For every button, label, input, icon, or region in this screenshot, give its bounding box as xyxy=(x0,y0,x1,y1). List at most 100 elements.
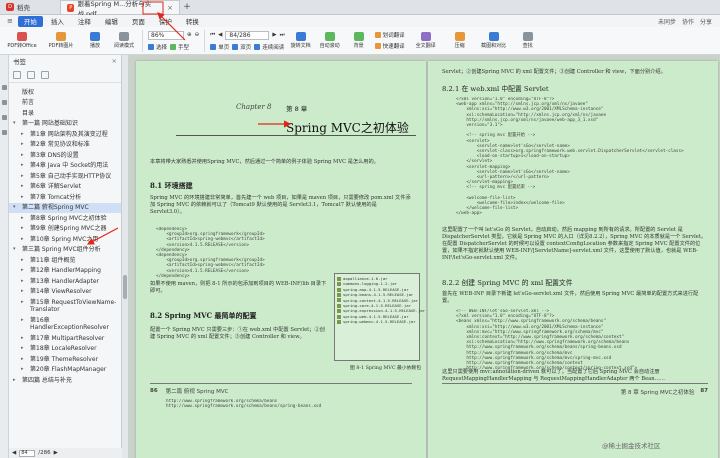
expand-toggle-icon[interactable]: ▸ xyxy=(21,278,27,286)
bookmark-item[interactable]: ▸ 第19章 ThemeResolver xyxy=(9,354,121,365)
expand-toggle-icon[interactable]: ▸ xyxy=(21,225,27,233)
prev-page-icon[interactable]: ◀ xyxy=(12,450,16,456)
expand-toggle-icon[interactable]: ▸ xyxy=(21,288,27,296)
bookmark-item[interactable]: ▸ 第4章 Java 中 Socket的用法 xyxy=(9,161,121,172)
find-button[interactable]: 查找 xyxy=(515,28,541,54)
hand-tool[interactable]: 手型 xyxy=(170,43,189,51)
quick-translate-button[interactable]: 快速翻译 xyxy=(374,42,405,50)
zoom-out-icon[interactable]: ⊖ xyxy=(195,32,200,38)
bookmark-item[interactable]: ▸ 第3章 DNS的设置 xyxy=(9,150,121,161)
new-tab-button[interactable]: + xyxy=(180,0,194,14)
share-button[interactable]: 分享 xyxy=(700,17,712,26)
bookmark-item[interactable]: 版权 xyxy=(9,87,121,98)
expand-toggle-icon[interactable]: ▸ xyxy=(21,317,27,325)
bookmark-item[interactable]: ▸ 第四篇 总结与补充 xyxy=(9,375,121,386)
expand-toggle-icon[interactable]: ▸ xyxy=(21,141,27,149)
menu-page[interactable]: 页面 xyxy=(126,16,151,27)
bookmark-icon[interactable] xyxy=(1,85,7,90)
expand-toggle-icon[interactable]: ▸ xyxy=(21,366,27,374)
bookmark-item[interactable]: ▸ 第18章 LocaleResolver xyxy=(9,344,121,355)
compress-button[interactable]: 压缩 xyxy=(447,28,473,54)
bookmark-item[interactable]: ▸ 第16章 HandlerExceptionResolver xyxy=(9,315,121,333)
menu-insert[interactable]: 插入 xyxy=(45,16,70,27)
expand-toggle-icon[interactable]: ▸ xyxy=(21,173,27,181)
auto-scroll-button[interactable]: 自动滚动 xyxy=(317,28,343,54)
expand-toggle-icon[interactable]: ▸ xyxy=(21,131,27,139)
add-bookmark-icon[interactable] xyxy=(41,70,49,79)
tab-pdf-document[interactable]: P 跟着Spring M...分析与实战.pdf × xyxy=(60,0,180,18)
sync-status[interactable]: 未同步 xyxy=(658,17,676,26)
collab-button[interactable]: 协作 xyxy=(682,17,694,26)
double-page-button[interactable]: 双页 xyxy=(232,43,251,51)
expand-toggle-icon[interactable]: ▸ xyxy=(21,257,27,265)
menu-convert[interactable]: 转换 xyxy=(180,16,205,27)
screenshot-compare-button[interactable]: 截图和对比 xyxy=(476,28,512,54)
tab-home[interactable]: D 稻壳 xyxy=(0,0,60,14)
zoom-select[interactable]: 86% xyxy=(148,30,184,40)
bookmark-item[interactable]: ▸ 第14章 ViewResolver xyxy=(9,287,121,298)
bookmark-item[interactable]: ▸ 第15章 RequestToViewName-Translator xyxy=(9,297,121,315)
select-tool[interactable]: 选择 xyxy=(148,43,167,51)
bookmark-item[interactable]: ▸ 第7章 Tomcat分析 xyxy=(9,192,121,203)
expand-toggle-icon[interactable]: ▾ xyxy=(13,246,19,254)
expand-all-icon[interactable] xyxy=(13,70,21,79)
bookmark-item[interactable]: ▸ 第20章 FlashMapManager xyxy=(9,365,121,376)
expand-toggle-icon[interactable]: ▾ xyxy=(13,204,19,212)
bookmark-item[interactable]: ▸ 第10章 Spring MVC之用 xyxy=(9,234,121,245)
expand-toggle-icon[interactable]: ▸ xyxy=(21,162,27,170)
menu-annotate[interactable]: 注释 xyxy=(72,16,97,27)
bookmark-item[interactable]: ▸ 第2章 常见协议和标准 xyxy=(9,140,121,151)
expand-toggle-icon[interactable]: ▸ xyxy=(21,267,27,275)
expand-toggle-icon[interactable]: ▸ xyxy=(21,356,27,364)
bookmark-item[interactable]: ▸ 第17章 MultipartResolver xyxy=(9,333,121,344)
bookmark-item[interactable]: ▸ 第13章 HandlerAdapter xyxy=(9,276,121,287)
menu-edit[interactable]: 编辑 xyxy=(99,16,124,27)
full-translate-button[interactable]: 全文翻译 xyxy=(408,28,444,54)
thumbnail-icon[interactable] xyxy=(1,100,7,105)
page-input[interactable]: 84 xyxy=(19,449,36,457)
annotation-icon[interactable] xyxy=(1,115,7,120)
expand-toggle-icon[interactable]: ▸ xyxy=(21,335,27,343)
bookmark-item[interactable]: ▸ 第6章 详解Servlet xyxy=(9,182,121,193)
expand-toggle-icon[interactable]: ▾ xyxy=(13,120,19,128)
zoom-in-icon[interactable]: ⊕ xyxy=(187,32,192,38)
scrollbar-thumb[interactable] xyxy=(123,275,127,299)
pdf-to-office-button[interactable]: PDF转Office xyxy=(4,28,40,54)
bookmark-item[interactable]: 目录 xyxy=(9,108,121,119)
expand-toggle-icon[interactable]: ▸ xyxy=(21,236,27,244)
expand-toggle-icon[interactable]: ▸ xyxy=(21,299,27,307)
document-viewport[interactable]: Chapter 8 第 8 章 Spring MVC之初体验 本章将带大家熟悉并… xyxy=(128,55,720,458)
prev-page-icon[interactable]: ◀ xyxy=(218,32,222,38)
reading-mode-button[interactable]: 阅读模式 xyxy=(111,28,137,54)
bookmark-item[interactable]: ▾ 第三篇 Spring MVC组件分析 xyxy=(9,245,121,256)
expand-toggle-icon[interactable]: ▸ xyxy=(21,183,27,191)
expand-toggle-icon[interactable]: ▸ xyxy=(13,377,19,385)
expand-toggle-icon[interactable]: ▸ xyxy=(21,215,27,223)
background-button[interactable]: 背景 xyxy=(346,28,372,54)
bookmark-item[interactable]: ▸ 第11章 组件概览 xyxy=(9,255,121,266)
bookmark-item[interactable]: ▾ 第一篇 网站基础知识 xyxy=(9,119,121,130)
next-page-icon[interactable]: ▶ xyxy=(272,32,276,38)
bookmark-item[interactable]: ▸ 第8章 Spring MVC之初体验 xyxy=(9,213,121,224)
expand-toggle-icon[interactable]: ▸ xyxy=(21,194,27,202)
hamburger-icon[interactable]: ≡ xyxy=(4,17,16,25)
play-button[interactable]: 播放 xyxy=(82,28,108,54)
rotate-button[interactable]: 旋转文档 xyxy=(288,28,314,54)
collapse-all-icon[interactable] xyxy=(27,70,35,79)
bookmark-item[interactable]: ▾ 第二篇 俯视Spring MVC xyxy=(9,202,121,213)
single-page-button[interactable]: 单页 xyxy=(210,43,229,51)
close-panel-icon[interactable]: × xyxy=(112,57,117,65)
page-number-input[interactable]: 84/286 xyxy=(225,30,270,40)
bookmark-item[interactable]: ▸ 第5章 自己动手实现HTTP协议 xyxy=(9,171,121,182)
next-page-icon[interactable]: ▶ xyxy=(54,450,58,456)
first-page-icon[interactable]: ⏮ xyxy=(210,32,215,39)
menu-protect[interactable]: 保护 xyxy=(153,16,178,27)
bookmark-item[interactable]: 前言 xyxy=(9,98,121,109)
expand-toggle-icon[interactable]: ▸ xyxy=(21,345,27,353)
last-page-icon[interactable]: ⏭ xyxy=(280,32,285,39)
menu-start[interactable]: 开始 xyxy=(17,15,43,27)
bookmark-item[interactable]: ▸ 第1章 网站架构及其演变过程 xyxy=(9,129,121,140)
search-icon[interactable] xyxy=(1,130,7,135)
continuous-button[interactable]: 连续阅读 xyxy=(254,43,284,51)
word-translate-button[interactable]: 划词翻译 xyxy=(374,31,405,39)
